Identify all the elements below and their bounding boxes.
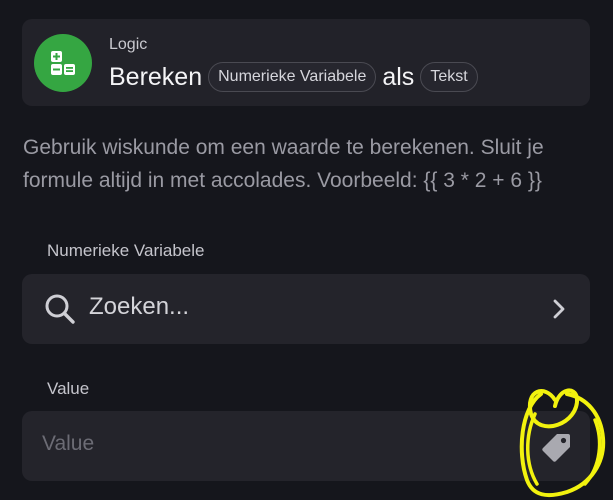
chevron-right-icon[interactable] bbox=[552, 298, 566, 325]
block-description: Gebruik wiskunde om een waarde te bereke… bbox=[23, 136, 544, 192]
page: Logic Bereken Numerieke Variabele als Te… bbox=[0, 0, 613, 500]
calculator-icon bbox=[34, 34, 92, 92]
variable-search-input[interactable]: Zoeken... bbox=[22, 274, 590, 344]
variable-pill[interactable]: Numerieke Variabele bbox=[208, 62, 377, 92]
value-field-label: Value bbox=[47, 379, 90, 398]
value-placeholder: Value bbox=[42, 432, 95, 455]
tag-icon[interactable] bbox=[539, 430, 573, 469]
block-header-card: Logic Bereken Numerieke Variabele als Te… bbox=[22, 19, 590, 106]
search-text: Zoeken... bbox=[89, 293, 190, 320]
type-pill[interactable]: Tekst bbox=[420, 62, 478, 92]
title-connector: als bbox=[382, 62, 415, 91]
search-icon bbox=[44, 293, 76, 330]
title-prefix: Bereken bbox=[109, 62, 203, 91]
block-title: Bereken Numerieke Variabele als Tekst bbox=[109, 61, 478, 93]
variable-field-label: Numerieke Variabele bbox=[47, 241, 205, 260]
value-input[interactable]: Value bbox=[22, 411, 590, 481]
block-category: Logic bbox=[109, 36, 148, 53]
